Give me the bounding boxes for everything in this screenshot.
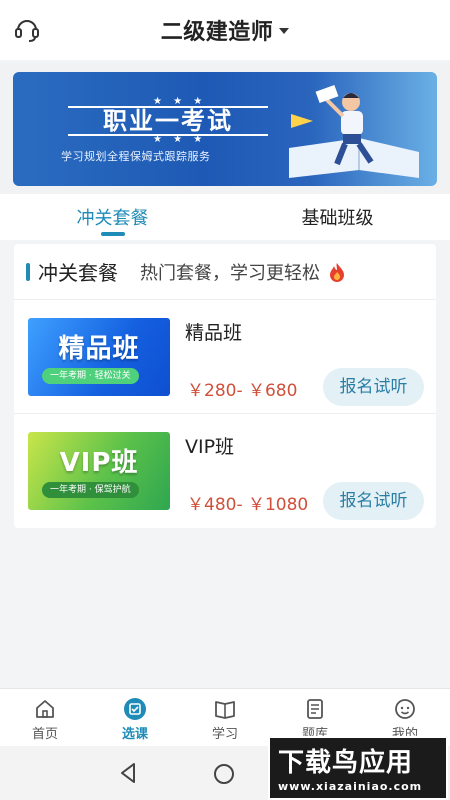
- enroll-trial-button[interactable]: 报名试听: [323, 368, 424, 406]
- course-item-vip[interactable]: VIP班 一年考期 · 保驾护航 VIP班 ￥480- ￥1080 报名试听: [14, 420, 436, 530]
- section-title: 冲关套餐: [38, 261, 118, 285]
- nav-item-study[interactable]: 学习: [180, 689, 270, 746]
- enroll-trial-button[interactable]: 报名试听: [323, 482, 424, 520]
- nav-item-home[interactable]: 首页: [0, 689, 90, 746]
- tab-basic-class[interactable]: 基础班级: [225, 194, 450, 240]
- thumbnail-tag: 一年考期 · 保驾护航: [42, 482, 139, 498]
- reading-person-illustration: [289, 84, 419, 178]
- book-icon: [215, 701, 235, 719]
- stars-decoration-bottom: ★ ★ ★: [153, 134, 207, 145]
- banner-subline: 学习规划全程保姆式跟踪服务: [61, 150, 211, 163]
- category-tabs: 冲关套餐 基础班级: [0, 194, 450, 240]
- exam-selector[interactable]: 二级建造师: [161, 14, 290, 46]
- promo-banner[interactable]: ★ ★ ★ 职业一考试 ★ ★ ★ 学习规划全程保姆式跟踪服务: [13, 72, 437, 186]
- banner-headline: 职业一考试: [68, 106, 268, 136]
- watermark-logo: 下载鸟应用 www.xiazainiao.com: [268, 736, 448, 800]
- course-price: ￥480- ￥1080: [187, 495, 309, 515]
- course-name: 精品班: [185, 322, 243, 344]
- section-subtitle: 热门套餐，学习更轻松: [140, 262, 320, 284]
- fire-icon: [330, 262, 344, 282]
- tab-label: 冲关套餐: [76, 208, 149, 229]
- nav-label: 学习: [211, 727, 238, 742]
- nav-item-course-select[interactable]: 选课: [90, 689, 180, 746]
- home-icon: [36, 700, 54, 718]
- headset-icon[interactable]: [12, 14, 42, 44]
- watermark-title: 下载鸟应用: [278, 748, 414, 778]
- course-item-premium[interactable]: 精品班 一年考期 · 轻松过关 精品班 ￥280- ￥680 报名试听: [14, 306, 436, 414]
- package-card: 冲关套餐 热门套餐，学习更轻松 精品班 一年考期 · 轻松过关 精品班 ￥280…: [14, 244, 436, 528]
- active-tab-indicator: [100, 232, 125, 236]
- page-title: 二级建造师: [160, 20, 274, 45]
- thumbnail-title: 精品班: [58, 334, 140, 364]
- caret-down-icon: [279, 28, 290, 34]
- back-triangle-icon[interactable]: [118, 762, 138, 784]
- home-circle-icon[interactable]: [212, 762, 236, 786]
- thumbnail-title: VIP班: [59, 448, 139, 478]
- course-price: ￥280- ￥680: [187, 381, 298, 401]
- course-thumbnail: VIP班 一年考期 · 保驾护航: [28, 432, 170, 510]
- tab-challenge-package[interactable]: 冲关套餐: [0, 194, 225, 240]
- thumbnail-tag: 一年考期 · 轻松过关: [42, 368, 139, 384]
- nav-label: 选课: [121, 727, 148, 742]
- banner-area: ★ ★ ★ 职业一考试 ★ ★ ★ 学习规划全程保姆式跟踪服务: [0, 62, 450, 194]
- question-bank-icon: [307, 699, 323, 719]
- section-header: 冲关套餐 热门套餐，学习更轻松: [14, 244, 436, 300]
- course-select-icon: [124, 698, 146, 720]
- tab-label: 基础班级: [301, 208, 374, 229]
- app-header: 二级建造师: [0, 0, 450, 60]
- course-thumbnail: 精品班 一年考期 · 轻松过关: [28, 318, 170, 396]
- watermark-url: www.xiazainiao.com: [278, 780, 423, 793]
- section-accent-bar: [26, 262, 30, 281]
- course-name: VIP班: [185, 436, 235, 458]
- nav-label: 首页: [31, 727, 58, 742]
- profile-icon: [395, 699, 415, 719]
